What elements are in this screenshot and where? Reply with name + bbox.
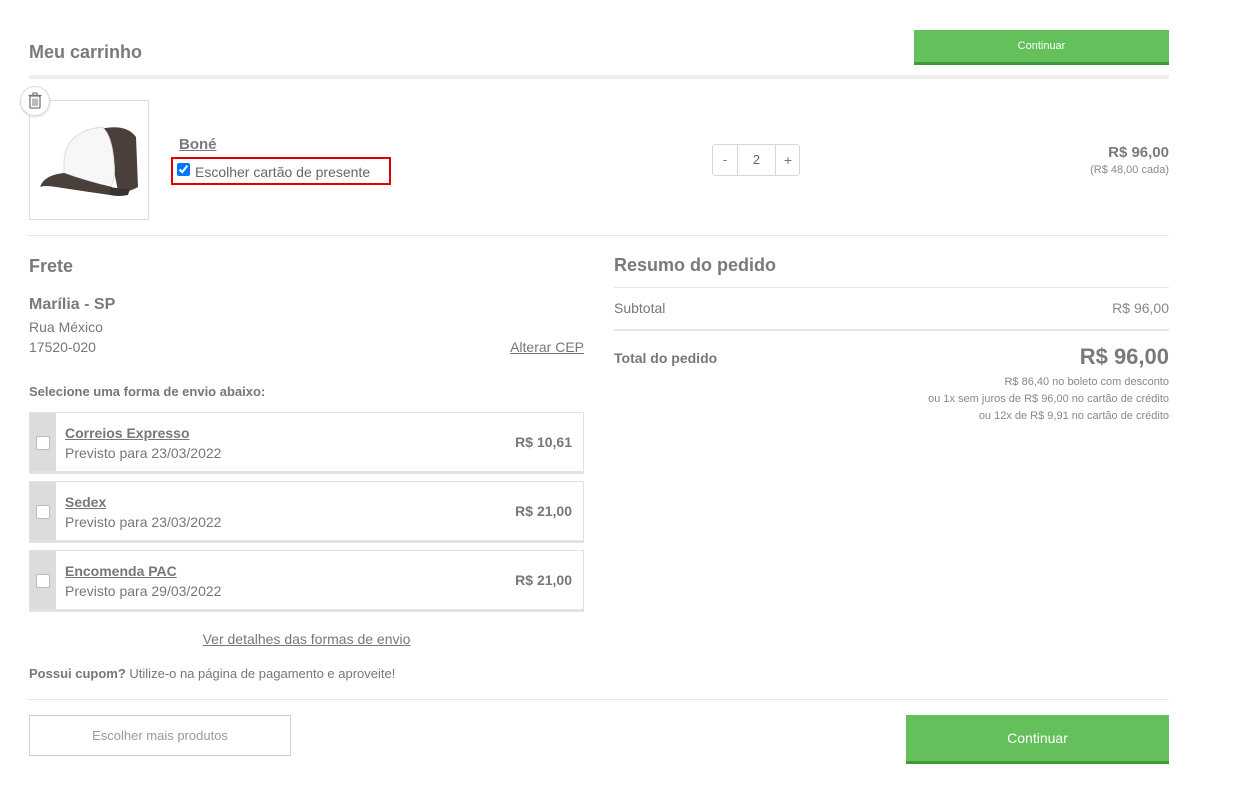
shipping-option-name: Correios Expresso xyxy=(65,425,190,441)
qty-minus-button[interactable]: - xyxy=(713,145,738,175)
item-price-unit: (R$ 48,00 cada) xyxy=(1090,164,1169,176)
shipping-option-sedex[interactable]: Sedex Previsto para 23/03/2022 R$ 21,00 xyxy=(29,481,584,543)
product-image xyxy=(29,100,149,220)
summary-title: Resumo do pedido xyxy=(614,255,776,275)
cap-icon xyxy=(40,126,138,196)
summary-divider-mid xyxy=(614,329,1169,331)
shipping-details-link[interactable]: Ver detalhes das formas de envio xyxy=(29,631,584,647)
shipping-option-name: Encomenda PAC xyxy=(65,563,177,579)
credit-1x-price: ou 1x sem juros de R$ 96,00 no cartão de… xyxy=(928,393,1169,405)
shipping-select-label: Selecione uma forma de envio abaixo: xyxy=(29,384,266,399)
shipping-option-date: Previsto para 23/03/2022 xyxy=(65,445,222,461)
shipping-option-price: R$ 10,61 xyxy=(515,434,572,450)
boleto-price: R$ 86,40 no boleto com desconto xyxy=(1004,376,1169,388)
shipping-title: Frete xyxy=(29,256,74,276)
remove-item-button[interactable] xyxy=(20,86,50,116)
gift-card-checkbox[interactable] xyxy=(177,163,190,176)
coupon-note-bold: Possui cupom? xyxy=(29,666,126,681)
continue-button-top[interactable]: Continuar xyxy=(914,30,1169,65)
more-products-button[interactable]: Escolher mais produtos xyxy=(29,715,291,756)
shipping-cep: 17520-020 xyxy=(29,339,96,355)
continue-button-bottom-label: Continuar xyxy=(1007,730,1068,746)
qty-minus-label: - xyxy=(722,152,728,167)
total-value: R$ 96,00 xyxy=(1079,344,1169,369)
shipping-option-checkbox[interactable] xyxy=(36,436,50,450)
summary-divider-top xyxy=(614,287,1169,288)
shipping-option-name: Sedex xyxy=(65,494,107,510)
shipping-street: Rua México xyxy=(29,319,103,335)
gift-card-label: Escolher cartão de presente xyxy=(195,164,371,180)
quantity-stepper: - 2 + xyxy=(712,144,800,176)
subtotal-value: R$ 96,00 xyxy=(1112,300,1169,316)
header-divider xyxy=(29,75,1169,79)
shipping-option-date: Previsto para 23/03/2022 xyxy=(65,514,222,530)
page-title: Meu carrinho xyxy=(29,42,143,62)
quantity-input[interactable]: 2 xyxy=(738,145,775,175)
shipping-option-price: R$ 21,00 xyxy=(515,572,572,588)
coupon-note: Possui cupom? Utilize-o na página de pag… xyxy=(29,666,395,681)
change-cep-link[interactable]: Alterar CEP xyxy=(510,339,584,355)
shipping-option-price: R$ 21,00 xyxy=(515,503,572,519)
footer-divider xyxy=(29,699,1169,700)
total-label: Total do pedido xyxy=(614,350,718,366)
product-name-link[interactable]: Boné xyxy=(179,136,217,153)
item-divider xyxy=(29,235,1169,236)
shipping-option-date: Previsto para 29/03/2022 xyxy=(65,583,222,599)
shipping-option-checkbox[interactable] xyxy=(36,574,50,588)
shipping-option-encomenda-pac[interactable]: Encomenda PAC Previsto para 29/03/2022 R… xyxy=(29,550,584,612)
qty-plus-label: + xyxy=(783,152,793,168)
shipping-option-correios-expresso[interactable]: Correios Expresso Previsto para 23/03/20… xyxy=(29,412,584,474)
continue-button-top-label: Continuar xyxy=(1017,40,1066,52)
coupon-note-text: Utilize-o na página de pagamento e aprov… xyxy=(125,666,396,681)
more-products-label: Escolher mais produtos xyxy=(92,728,228,743)
subtotal-label: Subtotal xyxy=(614,300,666,316)
credit-12x-price: ou 12x de R$ 9,91 no cartão de crédito xyxy=(978,410,1169,422)
continue-button-bottom[interactable]: Continuar xyxy=(906,715,1169,764)
qty-plus-button[interactable]: + xyxy=(775,145,800,175)
shipping-option-checkbox[interactable] xyxy=(36,505,50,519)
trash-icon xyxy=(28,92,42,109)
item-price-total: R$ 96,00 xyxy=(1108,144,1169,161)
shipping-city: Marília - SP xyxy=(29,296,116,313)
